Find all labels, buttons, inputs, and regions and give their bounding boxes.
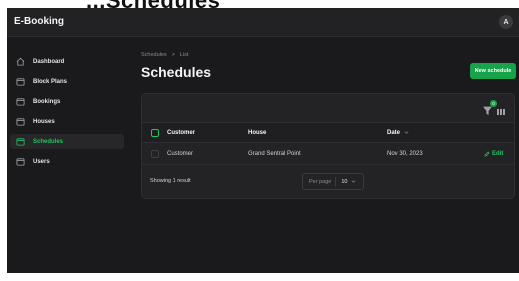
edit-icon [484,151,490,156]
column-header-date[interactable]: Date [387,123,409,142]
folder-icon [15,97,25,107]
cell-date: Nov 30, 2023 [387,150,423,157]
breadcrumb-parent[interactable]: Schedules [141,52,167,58]
column-header-label: Date [387,129,401,136]
per-page-label: Per page [309,178,332,185]
breadcrumb: Schedules > List [141,52,188,58]
page-title: Schedules [141,64,212,80]
sidebar-item-houses[interactable]: Houses [10,114,124,129]
sidebar-item-label: Bookings [33,98,61,105]
folder-icon [15,117,25,127]
column-toggle-button[interactable] [496,104,506,115]
chevron-down-icon [404,131,409,134]
per-page-value: 10 [341,178,348,185]
home-icon [15,57,25,67]
cell-customer: Customer [167,150,194,157]
cropped-title: ...Schedules [86,0,220,8]
sidebar-item-bookings[interactable]: Bookings [10,94,124,109]
breadcrumb-separator: > [171,52,175,58]
sidebar-item-label: Houses [33,118,55,125]
sidebar-item-users[interactable]: Users [10,154,124,169]
edit-label: Edit [492,150,504,157]
sidebar-item-label: Block Plans [33,78,68,85]
folder-icon [15,137,25,147]
sidebar-item-dashboard[interactable]: Dashboard [10,54,124,69]
table-footer: Showing 1 result Per page 10 [142,165,514,198]
per-page-select[interactable]: Per page 10 [302,173,364,190]
filter-button[interactable]: 0 [482,100,497,115]
top-bar: E-Booking A [7,8,519,37]
breadcrumb-current: List [179,52,189,58]
user-avatar[interactable]: A [499,15,513,29]
sidebar-item-label: Schedules [33,138,64,145]
table-toolbar: 0 [142,94,514,123]
new-schedule-button[interactable]: New schedule [470,63,516,79]
chevron-down-icon [352,180,356,183]
app-window: E-Booking A Dashboard Block Plans Bookin… [7,8,519,273]
schedules-table-panel: 0 Customer House Date Customer Grand Sen… [141,93,515,199]
brand-logo[interactable]: E-Booking [14,16,64,27]
column-header-house[interactable]: House [248,123,266,142]
edit-link[interactable]: Edit [484,143,503,164]
sidebar-item-schedules[interactable]: Schedules [10,134,124,149]
bottom-margin [0,273,519,281]
folder-icon [15,157,25,167]
table-row[interactable]: Customer Grand Sentral Point Nov 30, 202… [142,143,514,165]
results-count: Showing 1 result [150,178,191,184]
cropped-header-text: ...Schedules [0,0,519,8]
divider [335,176,337,187]
sidebar-item-label: Users [33,158,50,165]
cell-house: Grand Sentral Point [248,150,301,157]
column-header-customer[interactable]: Customer [167,123,195,142]
folder-icon [15,77,25,87]
row-checkbox[interactable] [151,150,159,158]
columns-icon [497,109,505,115]
sidebar: Dashboard Block Plans Bookings Houses Sc… [7,38,127,273]
sidebar-item-block-plans[interactable]: Block Plans [10,74,124,89]
select-all-checkbox[interactable] [151,129,159,137]
table-header: Customer House Date [142,123,514,143]
sidebar-item-label: Dashboard [33,58,65,65]
